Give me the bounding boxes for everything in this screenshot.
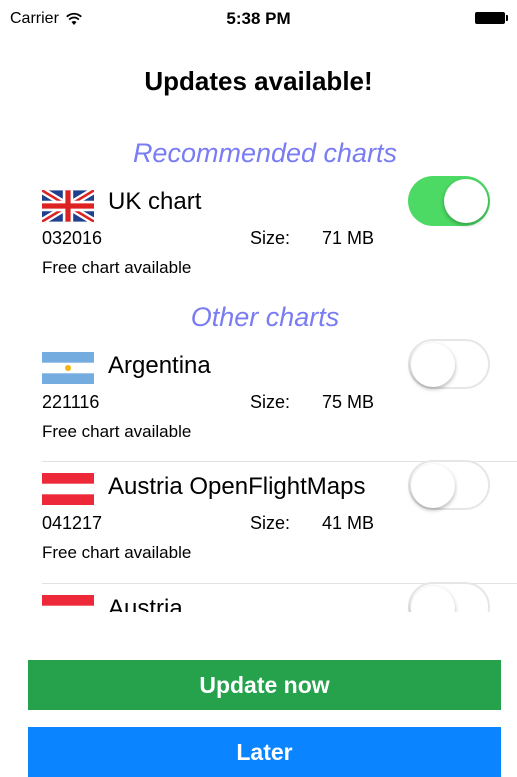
- section-header-other: Other charts: [190, 302, 340, 332]
- chart-row-austria-ofm: Austria OpenFlightMaps 041217 Size: 41 M…: [0, 460, 517, 583]
- toggle-knob: [444, 179, 488, 223]
- free-chart-note: Free chart available: [42, 422, 192, 441]
- chart-name: Argentina: [108, 352, 211, 379]
- page-title: Updates available!: [144, 66, 373, 96]
- chart-code: 041217: [42, 513, 103, 533]
- free-chart-note: Free chart available: [42, 543, 192, 562]
- status-time: 5:38 PM: [226, 9, 291, 28]
- chart-row-austria: Austria: [0, 582, 517, 612]
- size-label: Size:: [250, 392, 291, 412]
- chart-code: 032016: [42, 228, 103, 248]
- later-button[interactable]: Later: [28, 727, 501, 777]
- update-now-button[interactable]: Update now: [28, 660, 501, 710]
- chart-name: UK chart: [108, 188, 202, 215]
- section-header-recommended: Recommended charts: [132, 138, 398, 168]
- size-label: Size:: [250, 228, 291, 248]
- flag-argentina-icon: [42, 352, 94, 384]
- status-bar: Carrier 5:38 PM: [0, 0, 517, 40]
- free-chart-note: Free chart available: [42, 258, 192, 277]
- toggle-knob: [411, 464, 455, 508]
- chart-name: Austria: [108, 595, 183, 612]
- chart-toggle-austria-ofm[interactable]: [408, 460, 490, 510]
- size-value: 71 MB: [322, 228, 375, 248]
- toggle-knob: [411, 343, 455, 387]
- toggle-knob: [411, 586, 455, 612]
- chart-toggle-austria[interactable]: [408, 582, 490, 612]
- chart-row-uk: UK chart 032016 Size: 71 MB Free chart a…: [0, 176, 517, 298]
- size-value: 75 MB: [322, 392, 375, 412]
- size-label: Size:: [250, 513, 291, 533]
- chart-toggle-argentina[interactable]: [408, 339, 490, 389]
- flag-uk-icon: [42, 190, 94, 222]
- chart-toggle-uk[interactable]: [408, 176, 490, 226]
- size-value: 41 MB: [322, 513, 375, 533]
- chart-list[interactable]: Recommended charts UK chart 032016 Size:…: [0, 130, 517, 612]
- battery-icon: [475, 12, 508, 24]
- flag-austria-icon: [42, 473, 94, 505]
- chart-row-argentina: Argentina 221116 Size: 75 MB Free chart …: [0, 339, 517, 462]
- chart-code: 221116: [42, 392, 100, 412]
- flag-austria-icon: [42, 595, 94, 612]
- chart-name: Austria OpenFlightMaps: [108, 473, 366, 500]
